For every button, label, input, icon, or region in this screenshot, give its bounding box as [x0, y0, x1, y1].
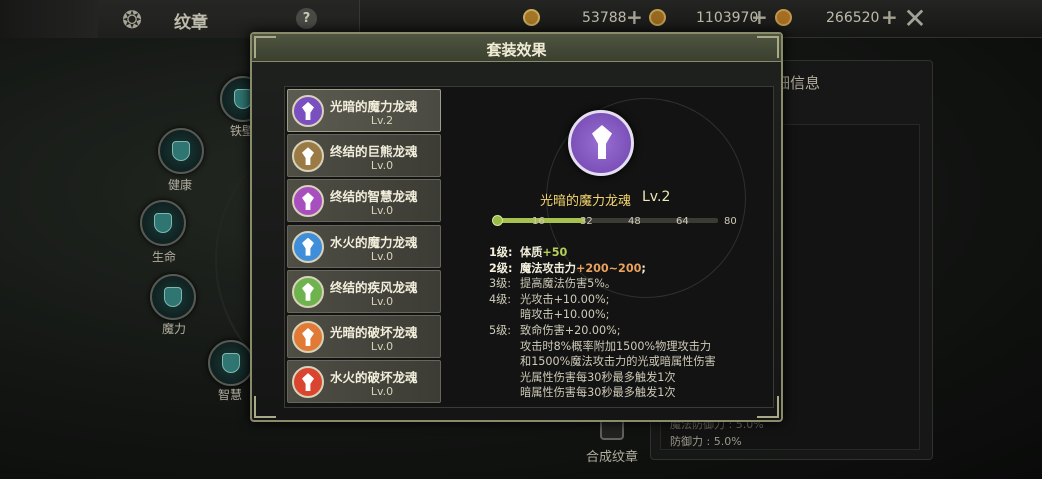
bonus-line: 光属性伤害每30秒最多触发1次 — [489, 369, 676, 385]
progress-tick-label: 16 — [532, 216, 545, 227]
soul-item-name: 水火的破坏龙魂 — [330, 370, 418, 386]
bonus-line: 暗属性伤害每30秒最多触发1次 — [489, 384, 676, 400]
corner-ornament — [254, 396, 276, 418]
soul-glyph-icon — [302, 327, 314, 346]
bonus-text: 体质 — [520, 246, 543, 259]
modal-title: 套装效果 — [486, 41, 547, 59]
set-effect-modal: 套装效果 光暗的魔力龙魂 Lv.2 终结的巨熊龙魂 Lv.0 终结的智慧龙魂 Lv.0 水火… — [250, 32, 783, 422]
bonus-level: 5级: — [489, 324, 512, 337]
bonus-text: 攻击时8%概率附加1500%物理攻击力 — [520, 339, 712, 353]
sword-glyph-icon — [592, 125, 612, 159]
soul-list-item[interactable]: 光暗的魔力龙魂 Lv.2 — [287, 89, 441, 132]
soul-glyph-icon — [302, 147, 314, 166]
bonus-line: 2级: 魔法攻击力+200~200; — [489, 260, 646, 276]
soul-glyph-icon — [302, 102, 314, 120]
bonus-line: 和1500%魔法攻击力的光或暗属性伤害 — [489, 353, 716, 369]
soul-item-level: Lv.0 — [370, 159, 394, 173]
soul-list-item[interactable]: 水火的破坏龙魂 Lv.0 — [287, 360, 441, 404]
bonus-text: 魔法攻击力 — [520, 261, 576, 275]
soul-item-level: Lv.0 — [370, 204, 394, 218]
modal-header: 套装效果 — [252, 34, 781, 62]
progress-tick-label: 48 — [628, 216, 641, 227]
dragon-soul-icon — [292, 185, 324, 218]
bonus-text: 暗攻击+10.00%; — [520, 308, 610, 322]
soul-item-level: Lv.0 — [370, 294, 394, 308]
dragon-soul-icon — [292, 95, 324, 127]
bonus-suffix: ; — [641, 261, 646, 275]
dragon-soul-icon — [292, 366, 324, 399]
soul-list: 光暗的魔力龙魂 Lv.2 终结的巨熊龙魂 Lv.0 终结的智慧龙魂 Lv.0 水火的魔力龙魂… — [287, 89, 441, 405]
soul-item-name: 终结的疾风龙魂 — [330, 279, 418, 295]
progress-tick-label: 80 — [724, 216, 737, 227]
soul-item-level: Lv.0 — [370, 339, 394, 353]
bonus-line: 4级: 光攻击+10.00%; — [489, 291, 609, 307]
soul-glyph-icon — [302, 192, 314, 211]
dragon-soul-icon — [292, 320, 324, 353]
corner-ornament — [757, 36, 779, 58]
soul-glyph-icon — [302, 237, 314, 256]
bonus-line: 3级: 提高魔法伤害5%。 — [489, 275, 616, 291]
progress-tick-label: 32 — [580, 216, 593, 227]
bonus-level: 4级: — [489, 292, 512, 306]
level-progress-knob — [492, 215, 503, 226]
bonus-text: 和1500%魔法攻击力的光或暗属性伤害 — [520, 355, 716, 369]
bonus-text: 光属性伤害每30秒最多触发1次 — [520, 370, 676, 384]
bonus-text: 提高魔法伤害5%。 — [520, 277, 617, 291]
soul-list-item[interactable]: 光暗的破坏龙魂 Lv.0 — [287, 314, 441, 358]
detail-name: 光暗的魔力龙魂 — [540, 194, 632, 209]
bonus-level: 2级: — [489, 261, 513, 275]
soul-item-level: Lv.0 — [370, 249, 394, 263]
bonus-text: 暗属性伤害每30秒最多触发1次 — [520, 386, 676, 400]
soul-list-item[interactable]: 水火的魔力龙魂 Lv.0 — [287, 224, 441, 268]
bonus-level: 1级: — [489, 246, 513, 259]
detail-level: Lv.2 — [642, 189, 671, 205]
bonus-line: 暗攻击+10.00%; — [489, 306, 609, 322]
soul-list-item[interactable]: 终结的智慧龙魂 Lv.0 — [287, 179, 441, 223]
soul-list-item[interactable]: 终结的疾风龙魂 Lv.0 — [287, 269, 441, 313]
soul-item-name: 光暗的魔力龙魂 — [330, 99, 418, 114]
soul-item-name: 终结的巨熊龙魂 — [330, 144, 418, 160]
soul-item-name: 终结的智慧龙魂 — [330, 189, 418, 205]
soul-item-level: Lv.2 — [370, 114, 394, 127]
bonus-value: +50 — [542, 246, 568, 259]
corner-ornament — [254, 36, 276, 58]
bonus-line: 攻击时8%概率附加1500%物理攻击力 — [489, 338, 711, 354]
bonus-text: 光攻击+10.00%; — [520, 292, 610, 306]
soul-item-level: Lv.0 — [370, 385, 394, 399]
soul-glyph-icon — [302, 282, 314, 301]
soul-item-name: 水火的魔力龙魂 — [330, 234, 418, 250]
bonus-line: 1级: 体质+50 — [489, 244, 567, 260]
soul-list-item[interactable]: 终结的巨熊龙魂 Lv.0 — [287, 134, 441, 178]
dragon-soul-icon — [292, 230, 324, 263]
bonus-value: +200~200 — [575, 261, 642, 275]
magic-dragon-soul-icon — [568, 110, 634, 176]
soul-item-name: 光暗的破坏龙魂 — [330, 324, 418, 340]
progress-tick-label: 64 — [676, 216, 689, 227]
dragon-soul-icon — [292, 140, 324, 173]
dragon-soul-icon — [292, 275, 324, 308]
bonus-text: 致命伤害+20.00%; — [520, 324, 621, 337]
bonus-level: 3级: — [489, 277, 512, 291]
soul-glyph-icon — [302, 373, 314, 392]
bonus-line: 5级: 致命伤害+20.00%; — [489, 322, 621, 338]
